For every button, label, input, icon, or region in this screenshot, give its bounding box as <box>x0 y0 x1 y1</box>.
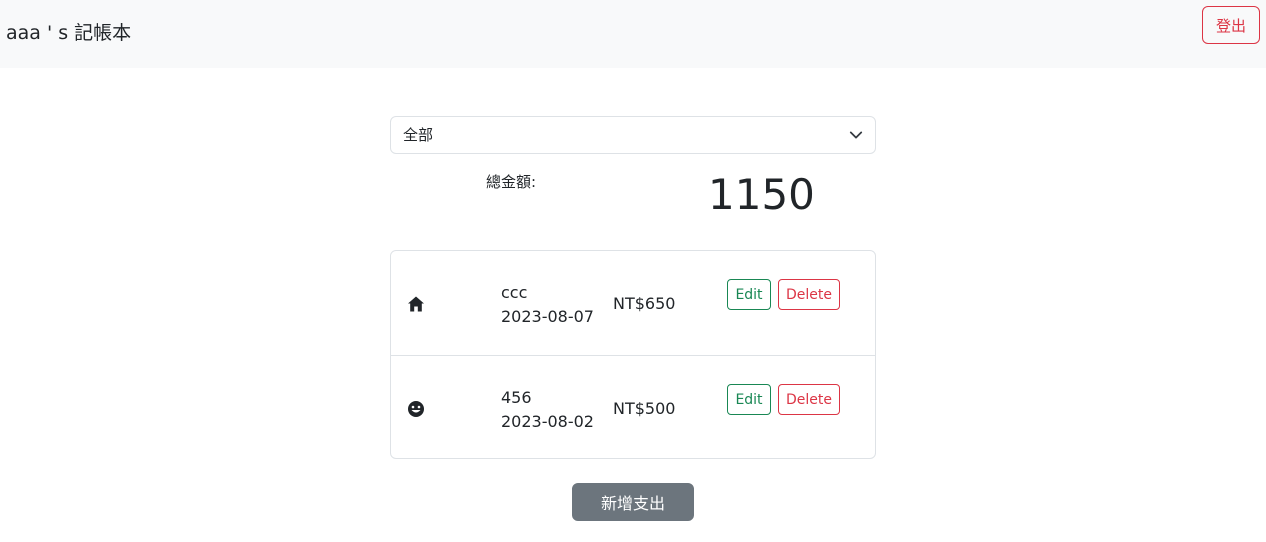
record-amount: NT$500 <box>613 399 676 418</box>
total-amount-value: 1150 <box>708 170 815 219</box>
delete-button[interactable]: Delete <box>778 279 840 310</box>
app-title: aaa ' s 記帳本 <box>6 22 132 44</box>
category-select[interactable]: 全部 <box>390 116 876 154</box>
add-expense-button[interactable]: 新增支出 <box>572 483 694 521</box>
expense-list: ccc 2023-08-07 NT$650 Edit Delete 456 20… <box>390 250 876 459</box>
total-amount-label: 總金額: <box>486 173 537 191</box>
house-icon <box>408 296 424 312</box>
record-name: 456 <box>501 388 532 407</box>
list-item: 456 2023-08-02 NT$500 Edit Delete <box>391 355 875 459</box>
record-amount: NT$650 <box>613 294 676 313</box>
category-select-value: 全部 <box>403 126 434 144</box>
record-date: 2023-08-02 <box>501 412 594 431</box>
navbar: aaa ' s 記帳本 登出 <box>0 0 1266 68</box>
record-name: ccc <box>501 283 528 302</box>
delete-button[interactable]: Delete <box>778 384 840 415</box>
chevron-down-icon <box>849 131 863 139</box>
edit-button[interactable]: Edit <box>727 384 771 415</box>
list-item: ccc 2023-08-07 NT$650 Edit Delete <box>391 251 875 355</box>
record-date: 2023-08-07 <box>501 307 594 326</box>
smile-face-icon <box>408 401 424 417</box>
edit-button[interactable]: Edit <box>727 279 771 310</box>
logout-button[interactable]: 登出 <box>1202 6 1260 44</box>
